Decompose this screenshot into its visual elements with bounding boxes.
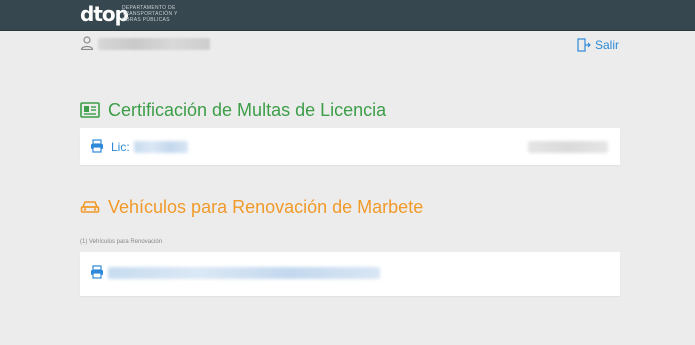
license-label: Lic:	[111, 140, 130, 154]
fines-title: Certificación de Multas de Licencia	[108, 99, 387, 120]
logout-icon	[577, 38, 591, 52]
vehicles-count-note: (1) Vehículos para Renovación	[80, 239, 163, 245]
user-name: ████████████	[98, 38, 210, 50]
logout-button[interactable]: Salir	[577, 37, 619, 53]
user-icon	[80, 36, 94, 50]
logout-label: Salir	[595, 38, 620, 52]
top-bar: dtop Departamento de Transportación y Ob…	[0, 0, 695, 31]
fines-section-title: Certificación de Multas de Licencia	[80, 98, 386, 122]
license-card-icon	[80, 102, 100, 118]
vehicle-card[interactable]: ████████████████████████	[80, 252, 620, 296]
car-icon	[80, 201, 100, 213]
logo-subtitle: Departamento de Transportación y Obras P…	[122, 5, 178, 23]
license-card[interactable]: Lic: ████████ ████████	[80, 128, 620, 165]
dtop-logo[interactable]: dtop	[80, 2, 129, 26]
license-status: ████████	[528, 141, 608, 153]
printer-icon[interactable]	[90, 265, 104, 279]
vehicles-title: Vehículos para Renovación de Marbete	[108, 196, 424, 217]
printer-icon[interactable]	[90, 139, 104, 153]
license-number: ████████	[134, 141, 188, 153]
vehicles-section-title: Vehículos para Renovación de Marbete	[80, 195, 423, 219]
vehicle-description[interactable]: ████████████████████████	[108, 267, 380, 279]
